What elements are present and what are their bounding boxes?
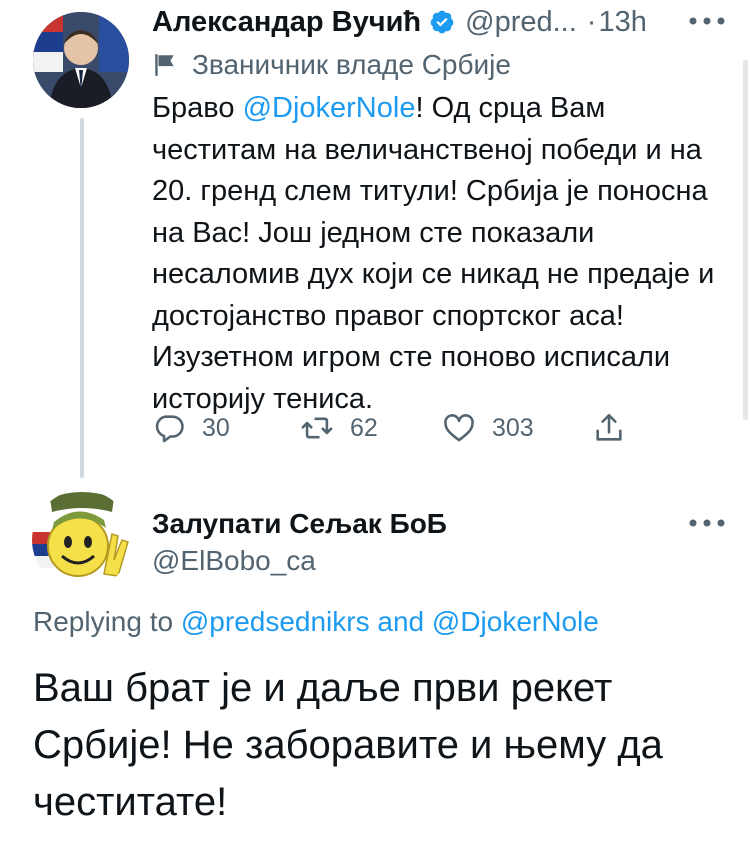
avatar-image xyxy=(33,12,129,108)
tweet-header: Александар Вучић @pred... · 13h xyxy=(152,0,647,44)
original-tweet[interactable]: Александар Вучић @pred... · 13h Званични… xyxy=(0,0,750,480)
reply-author-avatar[interactable] xyxy=(32,490,132,590)
author-handle[interactable]: @pred... xyxy=(465,6,577,39)
tweet-text-rest: ! Од срца Вам честитам на величанственој… xyxy=(152,92,715,415)
share-icon xyxy=(596,413,622,441)
like-button[interactable]: 303 xyxy=(442,404,534,452)
government-flag-icon xyxy=(155,54,174,76)
replying-user-link[interactable]: @predsednikrs xyxy=(181,606,370,637)
tweet-text: Браво @DjokerNole! Од срца Вам честитам … xyxy=(152,88,727,420)
avatar-image xyxy=(32,490,132,590)
replying-to-line: Replying to @predsednikrs and @DjokerNol… xyxy=(33,606,599,638)
affiliation-text: Званичник владе Србије xyxy=(192,49,511,80)
reply-count: 30 xyxy=(202,413,230,442)
reply-text: Ваш брат је и даље први рекет Србије! Не… xyxy=(33,666,663,824)
verified-badge-icon xyxy=(430,10,454,34)
retweet-count: 62 xyxy=(350,413,378,442)
share-button[interactable] xyxy=(592,404,642,452)
separator-dot: · xyxy=(586,5,597,38)
replying-and: and xyxy=(369,606,432,637)
tweet-timestamp[interactable]: 13h xyxy=(598,6,646,39)
tweet-text-prefix: Браво xyxy=(152,92,243,124)
retweet-icon xyxy=(301,417,333,439)
retweet-button[interactable]: 62 xyxy=(300,404,378,452)
replying-user-link[interactable]: @DjokerNole xyxy=(432,606,599,637)
author-name[interactable]: Александар Вучић xyxy=(152,6,421,39)
government-affiliation-label: Званичник владе Србије xyxy=(152,47,511,83)
more-dots-icon[interactable] xyxy=(688,518,726,528)
replying-label: Replying to xyxy=(33,606,181,637)
scrollbar[interactable] xyxy=(743,60,748,420)
heart-icon xyxy=(444,414,474,442)
reply-author-handle[interactable]: @ElBobo_ca xyxy=(152,545,316,577)
reply-button[interactable]: 30 xyxy=(152,404,230,452)
reply-icon xyxy=(155,415,184,443)
thread-connector-line xyxy=(80,118,84,478)
tweet-actions: 30 62 303 xyxy=(152,404,652,452)
more-dots-icon[interactable] xyxy=(688,16,726,26)
like-count: 303 xyxy=(492,413,534,442)
author-avatar[interactable] xyxy=(33,12,129,108)
reply-author-name[interactable]: Залупати Сељак БоБ xyxy=(152,508,447,540)
mention-link[interactable]: @DjokerNole xyxy=(243,92,416,124)
